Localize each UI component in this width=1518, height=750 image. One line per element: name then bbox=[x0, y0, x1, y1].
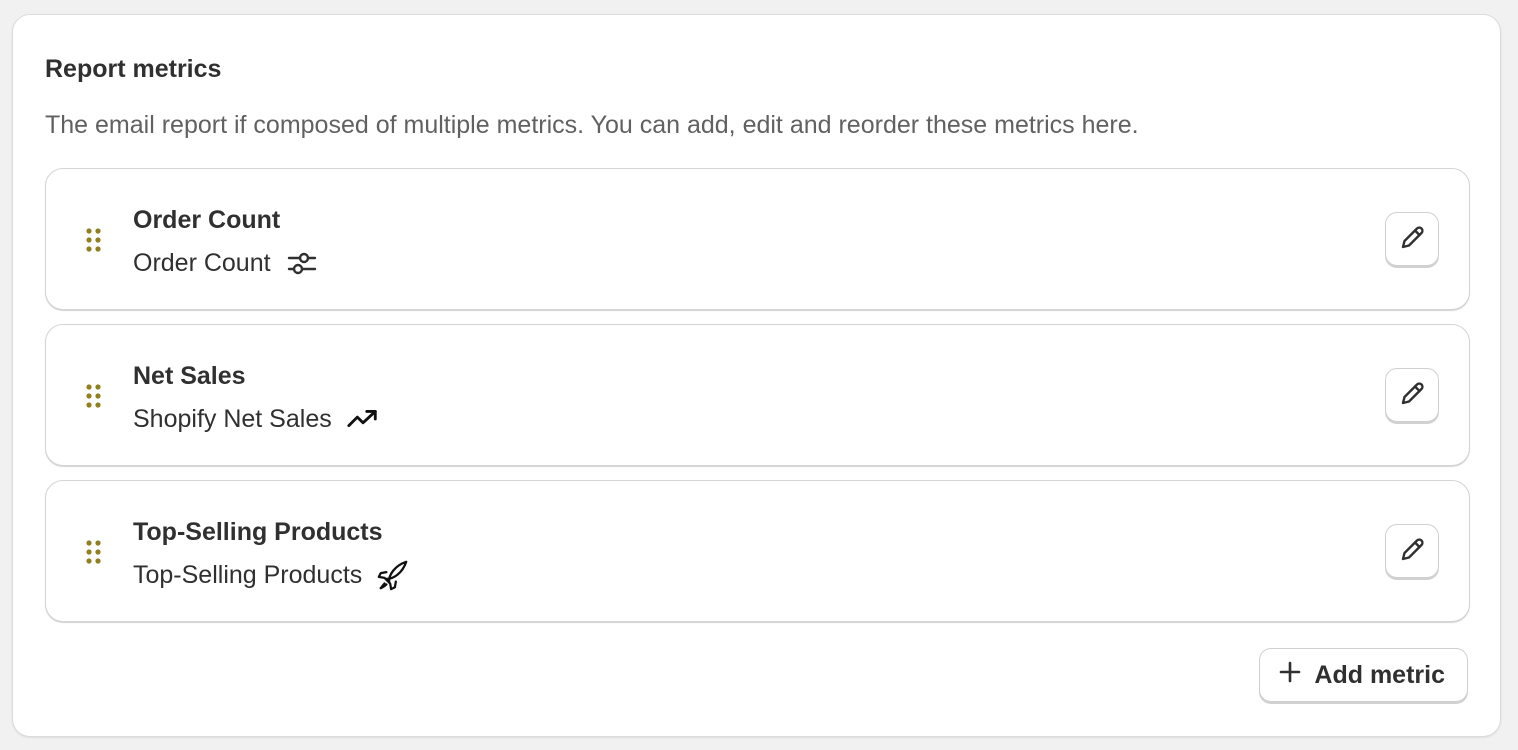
section-description: The email report if composed of multiple… bbox=[45, 111, 1139, 139]
edit-metric-button[interactable] bbox=[1385, 212, 1439, 266]
metric-subtitle: Shopify Net Sales bbox=[133, 404, 332, 433]
metric-title: Net Sales bbox=[133, 362, 246, 390]
metric-subtitle: Top-Selling Products bbox=[133, 560, 363, 589]
edit-metric-button[interactable] bbox=[1385, 368, 1439, 422]
metric-title: Order Count bbox=[133, 206, 281, 234]
metric-subtitle-row: Shopify Net Sales bbox=[133, 402, 380, 436]
edit-metric-button[interactable] bbox=[1385, 524, 1439, 578]
report-metrics-card: Report metrics The email report if compo… bbox=[12, 14, 1501, 737]
drag-handle-icon[interactable] bbox=[84, 538, 104, 566]
sliders-icon bbox=[285, 246, 319, 280]
metric-item-net-sales[interactable]: Net Sales Shopify Net Sales bbox=[45, 324, 1470, 466]
metric-title: Top-Selling Products bbox=[133, 518, 383, 546]
plus-icon bbox=[1278, 660, 1302, 691]
pencil-icon bbox=[1397, 535, 1427, 568]
section-title: Report metrics bbox=[45, 55, 222, 83]
add-metric-label: Add metric bbox=[1314, 660, 1445, 689]
pencil-icon bbox=[1397, 379, 1427, 412]
drag-handle-icon[interactable] bbox=[84, 226, 104, 254]
add-metric-button[interactable]: Add metric bbox=[1259, 648, 1468, 702]
metric-item-order-count[interactable]: Order Count Order Count bbox=[45, 168, 1470, 310]
pencil-icon bbox=[1397, 223, 1427, 256]
metric-subtitle-row: Top-Selling Products bbox=[133, 558, 410, 592]
rocket-icon bbox=[376, 558, 410, 592]
trend-up-icon bbox=[346, 402, 380, 436]
metric-item-top-selling-products[interactable]: Top-Selling Products Top-Selling Product… bbox=[45, 480, 1470, 622]
metric-subtitle-row: Order Count bbox=[133, 246, 319, 280]
metric-subtitle: Order Count bbox=[133, 248, 271, 277]
metric-list: Order Count Order Count Net Sales Shopif… bbox=[45, 168, 1470, 636]
drag-handle-icon[interactable] bbox=[84, 382, 104, 410]
